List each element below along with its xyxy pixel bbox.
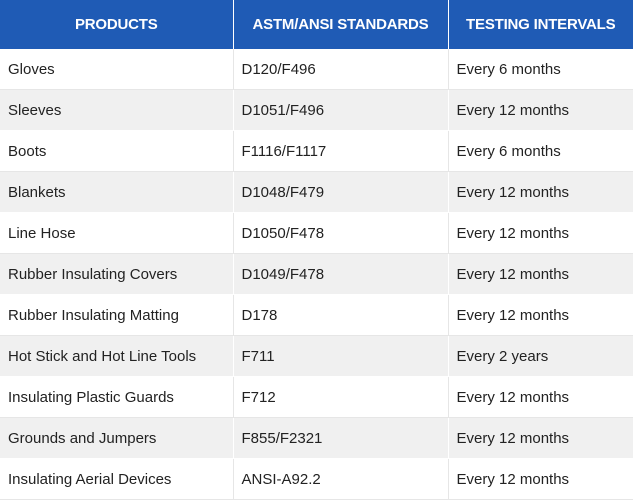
product-cell: Gloves <box>0 49 234 90</box>
table-row: Gloves D120/F496 Every 6 months <box>0 49 633 90</box>
standard-cell: D1050/F478 <box>233 212 449 254</box>
table-row: Sleeves D1051/F496 Every 12 months <box>0 89 633 131</box>
interval-cell: Every 6 months <box>448 130 633 172</box>
header-testing-intervals: TESTING INTERVALS <box>448 0 633 49</box>
header-row: PRODUCTS ASTM/ANSI STANDARDS TESTING INT… <box>0 0 633 49</box>
interval-cell: Every 12 months <box>448 294 633 336</box>
table-header: PRODUCTS ASTM/ANSI STANDARDS TESTING INT… <box>0 0 633 49</box>
product-cell: Rubber Insulating Covers <box>0 253 234 295</box>
table-row: Rubber Insulating Covers D1049/F478 Ever… <box>0 253 633 295</box>
table-row: Rubber Insulating Matting D178 Every 12 … <box>0 294 633 336</box>
interval-cell: Every 12 months <box>448 376 633 418</box>
standard-cell: F1116/F1117 <box>233 130 449 172</box>
interval-cell: Every 12 months <box>448 212 633 254</box>
standards-table: PRODUCTS ASTM/ANSI STANDARDS TESTING INT… <box>0 0 633 500</box>
product-cell: Grounds and Jumpers <box>0 417 234 459</box>
product-cell: Blankets <box>0 171 234 213</box>
standard-cell: F855/F2321 <box>233 417 449 459</box>
product-cell: Insulating Plastic Guards <box>0 376 234 418</box>
standard-cell: D1049/F478 <box>233 253 449 295</box>
interval-cell: Every 12 months <box>448 417 633 459</box>
standard-cell: D178 <box>233 294 449 336</box>
table-row: Line Hose D1050/F478 Every 12 months <box>0 212 633 254</box>
table-row: Grounds and Jumpers F855/F2321 Every 12 … <box>0 417 633 459</box>
standard-cell: D1051/F496 <box>233 89 449 131</box>
product-cell: Line Hose <box>0 212 234 254</box>
standard-cell: D1048/F479 <box>233 171 449 213</box>
standard-cell: ANSI-A92.2 <box>233 458 449 500</box>
table-body: Gloves D120/F496 Every 6 months Sleeves … <box>0 49 633 500</box>
table-row: Boots F1116/F1117 Every 6 months <box>0 130 633 172</box>
interval-cell: Every 12 months <box>448 458 633 500</box>
table-row: Hot Stick and Hot Line Tools F711 Every … <box>0 335 633 377</box>
product-cell: Boots <box>0 130 234 172</box>
standard-cell: F711 <box>233 335 449 377</box>
product-cell: Rubber Insulating Matting <box>0 294 234 336</box>
interval-cell: Every 2 years <box>448 335 633 377</box>
interval-cell: Every 6 months <box>448 49 633 90</box>
header-products: PRODUCTS <box>0 0 234 49</box>
table-row: Insulating Aerial Devices ANSI-A92.2 Eve… <box>0 458 633 500</box>
product-cell: Insulating Aerial Devices <box>0 458 234 500</box>
standard-cell: F712 <box>233 376 449 418</box>
product-cell: Sleeves <box>0 89 234 131</box>
table-row: Blankets D1048/F479 Every 12 months <box>0 171 633 213</box>
header-standards: ASTM/ANSI STANDARDS <box>233 0 449 49</box>
standard-cell: D120/F496 <box>233 49 449 90</box>
table-row: Insulating Plastic Guards F712 Every 12 … <box>0 376 633 418</box>
interval-cell: Every 12 months <box>448 89 633 131</box>
interval-cell: Every 12 months <box>448 253 633 295</box>
product-cell: Hot Stick and Hot Line Tools <box>0 335 234 377</box>
interval-cell: Every 12 months <box>448 171 633 213</box>
